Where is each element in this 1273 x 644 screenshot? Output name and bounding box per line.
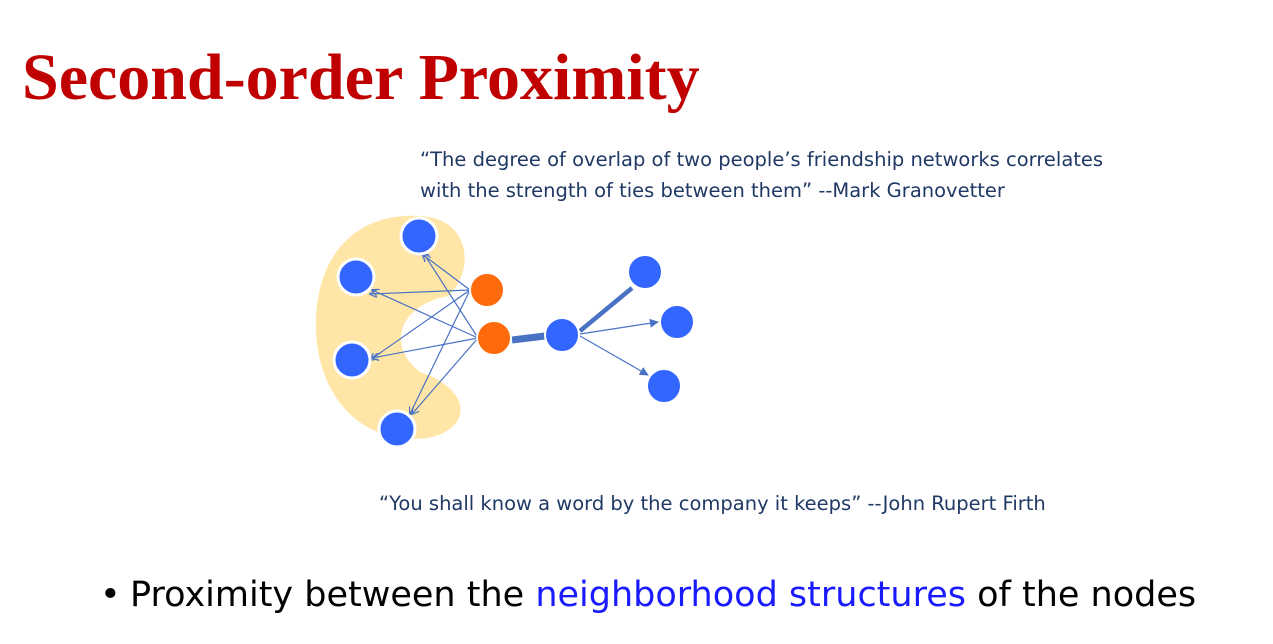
edge-to-bottom-right-node (579, 335, 649, 376)
granovetter-quote-line-2: with the strength of ties between them” … (420, 179, 1005, 202)
firth-quote: “You shall know a word by the company it… (379, 492, 1046, 515)
bullet-highlight-text: neighborhood structures (535, 575, 966, 615)
bullet-marker: • (100, 575, 121, 615)
blue-node (544, 317, 580, 353)
blue-node (399, 216, 439, 256)
blue-node (377, 409, 417, 449)
blue-node (659, 304, 695, 340)
slide-title: Second-order Proximity (22, 41, 700, 114)
thick-edge-to-top-right-node (578, 286, 634, 333)
blue-node (646, 368, 682, 404)
right-cluster-nodes (544, 254, 695, 404)
blue-node (336, 257, 376, 297)
network-diagram (315, 215, 695, 449)
orange-node (476, 320, 512, 356)
bullet-text-after: of the nodes (965, 575, 1197, 615)
blue-node (627, 254, 663, 290)
blue-node (332, 340, 372, 380)
granovetter-quote: “The degree of overlap of two people’s f… (420, 144, 1103, 206)
bullet-point: • Proximity between the neighborhood stru… (100, 568, 1196, 622)
strong-tie-edge (511, 332, 546, 344)
shared-neighborhood-region (315, 215, 465, 439)
bullet-text-before: Proximity between the (130, 575, 536, 615)
orange-node (469, 272, 505, 308)
granovetter-quote-line-1: “The degree of overlap of two people’s f… (420, 148, 1104, 171)
